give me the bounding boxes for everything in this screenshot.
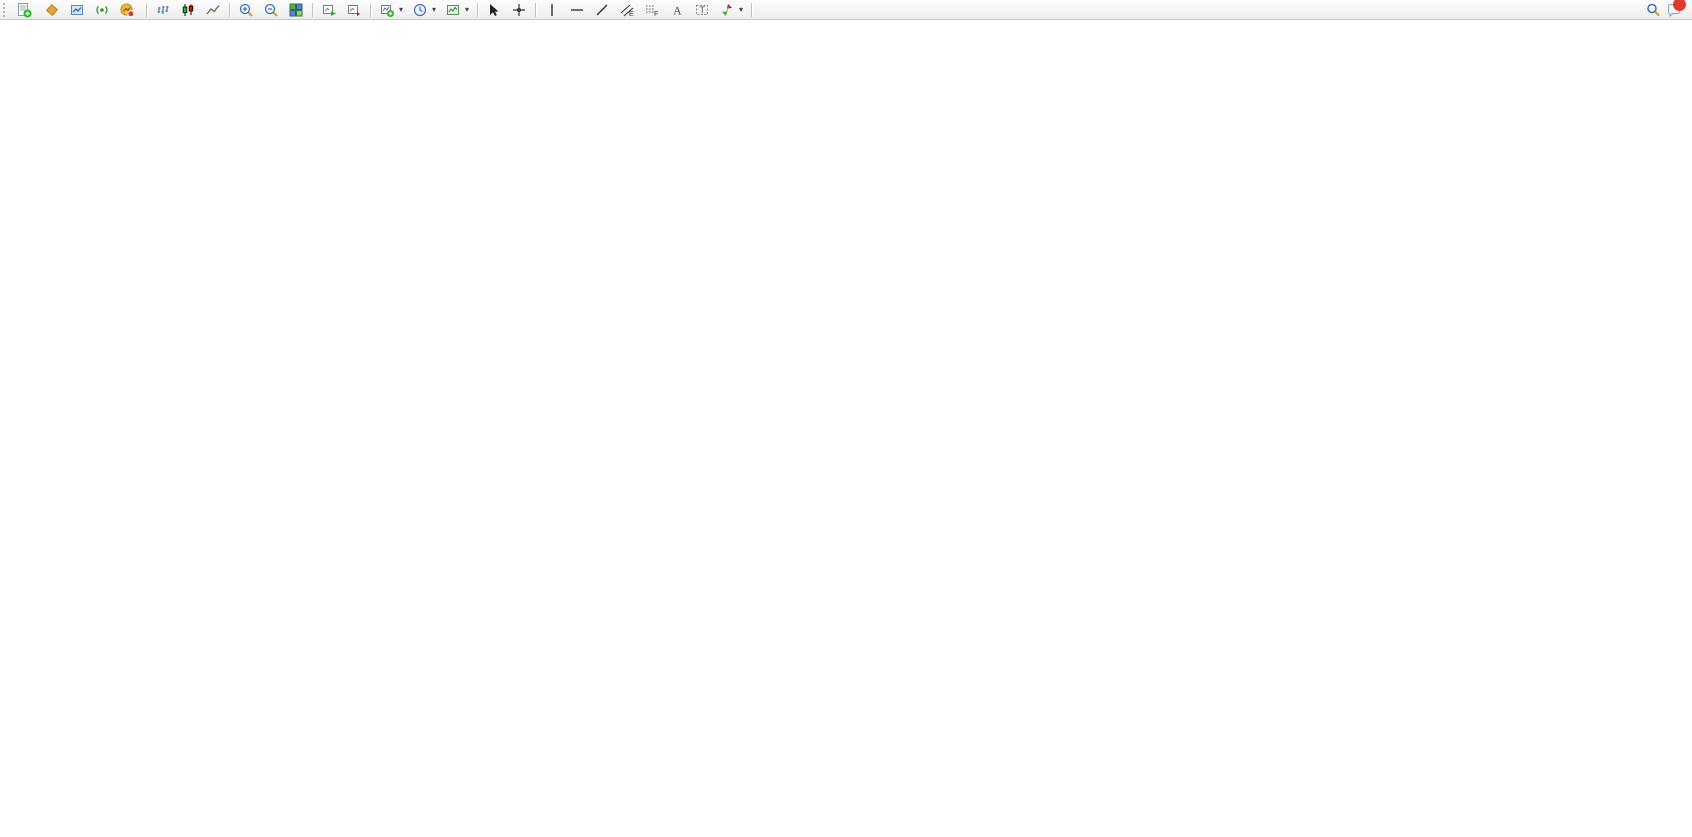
bar-chart-button[interactable] — [151, 1, 175, 19]
toolbar-separator — [312, 3, 313, 17]
toolbar-separator — [229, 3, 230, 17]
cursor-icon — [486, 2, 502, 18]
zoom-in-button[interactable] — [234, 1, 258, 19]
text-button[interactable]: A — [665, 1, 689, 19]
cascade-charts-button[interactable] — [342, 1, 366, 19]
fibonacci-icon: F — [644, 2, 660, 18]
equidistant-channel-icon: E — [619, 2, 635, 18]
new-chart-button[interactable]: ▾ — [375, 1, 407, 19]
zoom-out-button[interactable] — [259, 1, 283, 19]
vertical-line-icon — [544, 2, 560, 18]
svg-text:F: F — [654, 11, 658, 18]
svg-text:A: A — [673, 3, 682, 17]
cascade-charts-icon — [346, 2, 362, 18]
arrows-icon — [719, 2, 735, 18]
periods-button[interactable]: ▾ — [408, 1, 440, 19]
equidistant-channel-button[interactable]: E — [615, 1, 639, 19]
bar-chart-icon — [155, 2, 171, 18]
text-icon: A — [669, 2, 685, 18]
arrows-button[interactable]: ▾ — [715, 1, 747, 19]
chart-profile-icon — [69, 2, 85, 18]
toolbar-separator — [370, 3, 371, 17]
toolbar-separator — [146, 3, 147, 17]
notification-badge — [1673, 0, 1686, 11]
line-chart-icon — [205, 2, 221, 18]
new-chart-icon — [379, 2, 395, 18]
dropdown-caret: ▾ — [432, 5, 436, 14]
package-button[interactable] — [40, 1, 64, 19]
cursor-button[interactable] — [482, 1, 506, 19]
zoom-in-icon — [238, 2, 254, 18]
chart-profile-button[interactable] — [65, 1, 89, 19]
horizontal-line-button[interactable] — [565, 1, 589, 19]
crosshair-icon — [511, 2, 527, 18]
trendline-button[interactable] — [590, 1, 614, 19]
templates-icon — [445, 2, 461, 18]
auto-trading-button[interactable] — [115, 1, 142, 19]
signal-button[interactable] — [90, 1, 114, 19]
text-label-button[interactable]: T — [690, 1, 714, 19]
chart-canvas[interactable] — [0, 20, 1692, 837]
auto-trading-icon — [119, 2, 135, 18]
chat-button[interactable] — [1666, 2, 1682, 18]
tile-windows-icon — [288, 2, 304, 18]
arrange-charts-button[interactable] — [317, 1, 341, 19]
new-order-button[interactable] — [12, 1, 39, 19]
crosshair-button[interactable] — [507, 1, 531, 19]
templates-button[interactable]: ▾ — [441, 1, 473, 19]
dropdown-caret: ▾ — [399, 5, 403, 14]
svg-text:T: T — [700, 5, 706, 15]
dropdown-caret: ▾ — [739, 5, 743, 14]
candlestick-chart-icon — [180, 2, 196, 18]
toolbar-separator — [477, 3, 478, 17]
vertical-line-button[interactable] — [540, 1, 564, 19]
trendline-icon — [594, 2, 610, 18]
search-icon — [1645, 2, 1661, 18]
package-icon — [44, 2, 60, 18]
tile-windows-button[interactable] — [284, 1, 308, 19]
horizontal-line-icon — [569, 2, 585, 18]
arrange-charts-icon — [321, 2, 337, 18]
candlestick-chart-button[interactable] — [176, 1, 200, 19]
toolbar-grip[interactable] — [3, 3, 8, 17]
main-toolbar: ▾ ▾ ▾ — [0, 0, 1692, 20]
new-order-icon — [16, 2, 32, 18]
periods-icon — [412, 2, 428, 18]
fibonacci-button[interactable]: F — [640, 1, 664, 19]
svg-text:E: E — [629, 11, 634, 18]
toolbar-separator — [535, 3, 536, 17]
signal-icon — [94, 2, 110, 18]
text-label-icon: T — [694, 2, 710, 18]
dropdown-caret: ▾ — [465, 5, 469, 14]
toolbar-separator — [751, 3, 752, 17]
line-chart-button[interactable] — [201, 1, 225, 19]
search-button[interactable] — [1641, 1, 1665, 19]
zoom-out-icon — [263, 2, 279, 18]
